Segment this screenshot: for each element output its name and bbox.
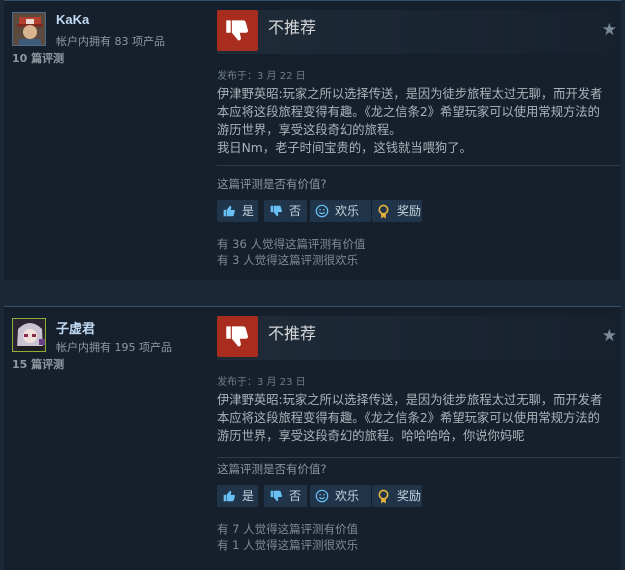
thumbs-down-icon xyxy=(270,490,282,502)
helpful-question: 这篇评测是否有价值? xyxy=(217,462,327,476)
star-icon[interactable]: ★ xyxy=(602,326,617,346)
helpful-count: 有 36 人觉得这篇评测有价值 xyxy=(217,237,366,251)
products-owned[interactable]: 帐户内拥有 195 项产品 xyxy=(56,339,172,355)
vote-header[interactable]: 不推荐 ★ xyxy=(217,10,621,54)
smiley-icon xyxy=(315,204,329,218)
thumbs-down-icon xyxy=(217,10,258,51)
vote-header[interactable]: 不推荐 ★ xyxy=(217,316,621,360)
award-button[interactable]: 奖励 xyxy=(372,485,422,507)
no-button[interactable]: 否 xyxy=(264,485,307,507)
review-count[interactable]: 10 篇评测 xyxy=(12,50,64,66)
helpful-count: 有 7 人觉得这篇评测有价值 xyxy=(217,522,359,536)
review-card: KaKa 帐户内拥有 83 项产品 10 篇评测 不推荐 ★ 发布于：3 月 2… xyxy=(4,0,621,280)
star-icon[interactable]: ★ xyxy=(602,20,617,40)
yes-button[interactable]: 是 xyxy=(217,200,258,222)
review-card: 子虚君 帐户内拥有 195 项产品 15 篇评测 不推荐 ★ 发布于：3 月 2… xyxy=(4,306,621,570)
award-label: 奖励 xyxy=(397,489,422,503)
award-label: 奖励 xyxy=(397,204,422,218)
funny-button[interactable]: 欢乐 xyxy=(310,200,371,222)
funny-button[interactable]: 欢乐 xyxy=(310,485,371,507)
divider xyxy=(217,457,621,458)
helpful-question: 这篇评测是否有价值? xyxy=(217,177,327,191)
username[interactable]: KaKa xyxy=(56,12,89,27)
posted-date: 发布于：3 月 22 日 xyxy=(217,71,306,82)
review-text-content: 伊津野英昭:玩家之所以选择传送，是因为徒步旅程太过无聊，而开发者本应将这段旅程变… xyxy=(217,393,603,443)
no-label: 否 xyxy=(289,489,302,503)
avatar[interactable] xyxy=(12,318,46,352)
vote-label: 不推荐 xyxy=(268,18,317,37)
thumbs-up-icon xyxy=(223,205,235,217)
username[interactable]: 子虚君 xyxy=(56,318,95,337)
products-owned[interactable]: 帐户内拥有 83 项产品 xyxy=(56,33,165,49)
no-label: 否 xyxy=(289,204,302,218)
thumbs-down-icon xyxy=(217,316,258,357)
review-text: 伊津野英昭:玩家之所以选择传送，是因为徒步旅程太过无聊，而开发者本应将这段旅程变… xyxy=(217,391,609,445)
review-text: 伊津野英昭:玩家之所以选择传送，是因为徒步旅程太过无聊，而开发者本应将这段旅程变… xyxy=(217,85,609,157)
vote-stats: 有 7 人觉得这篇评测有价值 有 1 人觉得这篇评测很欢乐 xyxy=(217,521,358,553)
yes-label: 是 xyxy=(242,204,255,218)
funny-label: 欢乐 xyxy=(335,489,360,503)
funny-count: 有 1 人觉得这篇评测很欢乐 xyxy=(217,538,359,552)
review-text-content: 伊津野英昭:玩家之所以选择传送，是因为徒步旅程太过无聊，而开发者本应将这段旅程变… xyxy=(217,87,603,155)
thumbs-up-icon xyxy=(223,490,235,502)
thumbs-down-icon xyxy=(270,205,282,217)
award-button[interactable]: 奖励 xyxy=(372,200,422,222)
funny-label: 欢乐 xyxy=(335,204,360,218)
vote-label: 不推荐 xyxy=(268,324,317,343)
yes-button[interactable]: 是 xyxy=(217,485,258,507)
divider xyxy=(217,165,621,166)
funny-count: 有 3 人觉得这篇评测很欢乐 xyxy=(217,253,359,267)
review-count[interactable]: 15 篇评测 xyxy=(12,356,64,372)
yes-label: 是 xyxy=(242,489,255,503)
award-icon xyxy=(378,489,389,504)
no-button[interactable]: 否 xyxy=(264,200,307,222)
avatar[interactable] xyxy=(12,12,46,46)
award-icon xyxy=(378,204,389,219)
vote-stats: 有 36 人觉得这篇评测有价值 有 3 人觉得这篇评测很欢乐 xyxy=(217,236,365,268)
smiley-icon xyxy=(315,489,329,503)
posted-date: 发布于：3 月 23 日 xyxy=(217,377,306,388)
